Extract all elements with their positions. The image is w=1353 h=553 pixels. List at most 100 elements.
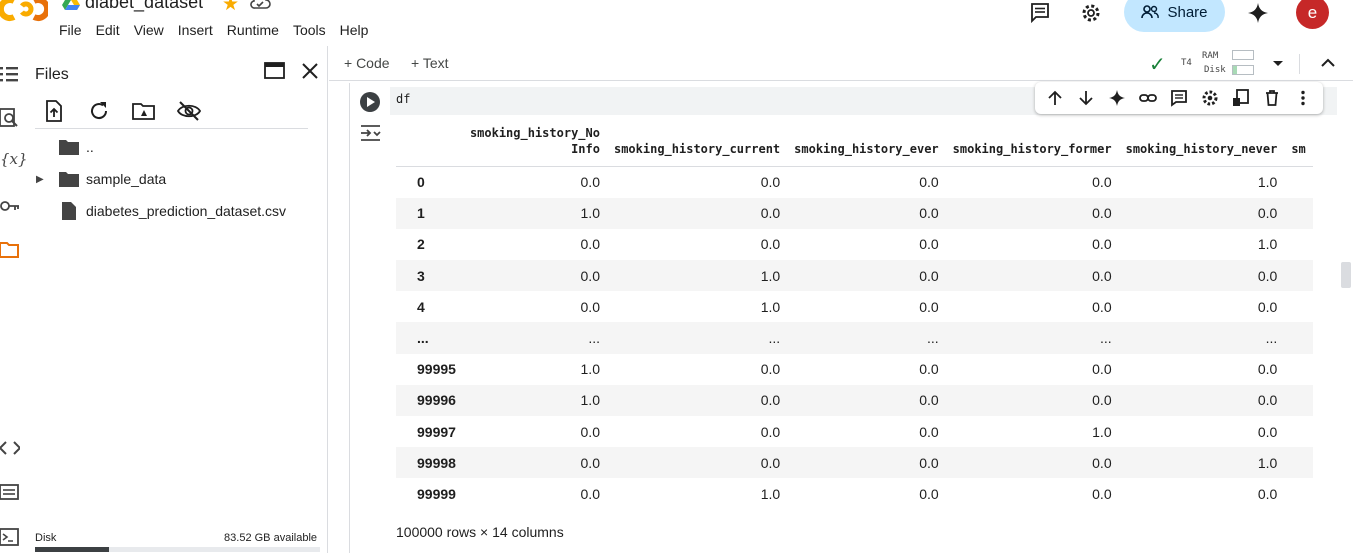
secrets-icon[interactable] — [0, 196, 20, 216]
table-cell: 0.0 — [760, 236, 781, 253]
file-tree-label: .. — [86, 139, 94, 155]
menu-runtime[interactable]: Runtime — [227, 22, 287, 38]
toolbar-divider — [1299, 54, 1300, 74]
chevron-right-icon[interactable]: ▶ — [36, 174, 46, 185]
avatar[interactable]: e — [1296, 0, 1329, 29]
dataframe-shape-footer: 100000 rows × 14 columns — [396, 524, 564, 540]
dataframe-output: smoking_history_No Info smoking_history_… — [396, 120, 1337, 520]
hide-files-icon[interactable] — [177, 99, 201, 123]
folder-icon — [59, 172, 79, 187]
share-label: Share — [1167, 3, 1208, 21]
table-cell: 0.0 — [945, 260, 1119, 292]
terminal-icon[interactable] — [0, 527, 20, 547]
table-cell: 0.0 — [787, 447, 946, 479]
folder-icon — [59, 140, 79, 155]
close-icon[interactable] — [298, 59, 322, 83]
table-cell: 0.0 — [1257, 485, 1278, 502]
drive-icon — [62, 0, 80, 10]
code-text[interactable]: df — [396, 92, 410, 106]
upload-icon[interactable] — [42, 99, 66, 123]
refresh-icon[interactable] — [87, 99, 111, 123]
row-index: 99995 — [417, 361, 456, 378]
notebook-title[interactable]: diabet_dataset — [85, 0, 203, 13]
menu-view[interactable]: View — [134, 22, 172, 38]
notebook-toolbar: + Code + Text ✓ T4 RAM Disk — [329, 46, 1353, 81]
row-index: 99998 — [396, 447, 463, 479]
run-cell-button[interactable] — [360, 92, 380, 112]
add-code-button[interactable]: + Code — [344, 55, 390, 71]
file-tree-item[interactable]: ▶ sample_data — [28, 166, 166, 192]
table-cell: ... — [606, 322, 788, 354]
file-tree-item[interactable]: diabetes_prediction_dataset.csv — [28, 198, 286, 224]
mount-drive-icon[interactable] — [132, 99, 156, 123]
gemini-icon[interactable] — [1108, 89, 1126, 107]
files-icon[interactable] — [0, 240, 20, 260]
chevron-down-icon[interactable] — [1268, 53, 1288, 73]
left-rail: {x} — [0, 46, 28, 553]
menu-file[interactable]: File — [59, 22, 90, 38]
table-row: 2 0.0 0.0 0.0 0.0 1.0 — [396, 229, 1313, 260]
runtime-type[interactable]: T4 — [1181, 58, 1192, 68]
table-cell: 0.0 — [945, 447, 1119, 479]
more-icon[interactable] — [1294, 89, 1312, 107]
table-cell-overflow — [1284, 416, 1312, 447]
column-header: sm — [1284, 120, 1313, 167]
menu-edit[interactable]: Edit — [96, 22, 128, 38]
find-icon[interactable] — [0, 108, 20, 128]
ram-bar[interactable] — [1232, 50, 1254, 60]
files-toolbar-divider — [35, 128, 308, 129]
disk-resource-bar[interactable] — [1232, 65, 1254, 75]
code-snippets-icon[interactable] — [0, 438, 20, 458]
move-down-icon[interactable] — [1077, 89, 1095, 107]
chevron-up-icon[interactable] — [1318, 53, 1338, 73]
star-icon[interactable]: ★ — [222, 0, 239, 16]
disk-available: 83.52 GB available — [224, 532, 317, 544]
top-header: diabet_dataset ★ File Edit View Insert R… — [0, 0, 1353, 46]
colab-logo[interactable] — [0, 0, 48, 24]
people-icon — [1141, 5, 1160, 19]
add-text-button[interactable]: + Text — [411, 55, 449, 71]
table-cell: 0.0 — [945, 384, 1119, 416]
dataframe-table: smoking_history_No Info smoking_history_… — [396, 120, 1313, 510]
row-index: 1 — [396, 197, 463, 229]
variables-icon[interactable]: {x} — [0, 150, 28, 170]
table-cell: 0.0 — [1118, 384, 1285, 416]
connected-check-icon[interactable]: ✓ — [1149, 52, 1166, 77]
table-row: 3 0.0 1.0 0.0 0.0 0.0 — [396, 260, 1313, 292]
table-cell: 0.0 — [787, 260, 946, 292]
table-cell: 0.0 — [1092, 298, 1112, 315]
page-scrollbar[interactable] — [1341, 262, 1351, 288]
code-cell: df smoking_history_No Info smoking_histo… — [349, 82, 1353, 553]
table-cell: 0.0 — [787, 197, 946, 229]
table-cell: 1.0 — [760, 298, 781, 315]
table-row: 1 1.0 0.0 0.0 0.0 0.0 — [396, 197, 1313, 229]
move-up-icon[interactable] — [1046, 89, 1064, 107]
menu-help[interactable]: Help — [340, 22, 377, 38]
comment-icon[interactable] — [1170, 89, 1188, 107]
settings-icon[interactable] — [1201, 89, 1219, 107]
command-palette-icon[interactable] — [0, 482, 20, 502]
table-row: 0 0.0 0.0 0.0 0.0 1.0 — [396, 167, 1313, 198]
menu-tools[interactable]: Tools — [293, 22, 334, 38]
delete-icon[interactable] — [1263, 89, 1281, 107]
open-in-tab-icon[interactable] — [263, 59, 287, 83]
link-icon[interactable] — [1138, 89, 1157, 107]
table-cell: 0.0 — [606, 447, 788, 479]
cloud-saved-icon[interactable] — [249, 0, 271, 10]
output-actions-icon[interactable] — [360, 123, 382, 143]
table-cell: 0.0 — [1257, 298, 1278, 315]
row-index: 3 — [396, 260, 463, 292]
comments-icon[interactable] — [1029, 2, 1051, 24]
gemini-icon[interactable] — [1247, 2, 1269, 24]
row-index: ... — [396, 322, 463, 354]
table-cell: 0.0 — [919, 485, 939, 502]
share-button[interactable]: Share — [1124, 0, 1225, 32]
mirror-cell-icon[interactable] — [1232, 89, 1250, 107]
table-cell: 0.0 — [1257, 423, 1278, 440]
toc-icon[interactable] — [0, 64, 20, 84]
settings-icon[interactable] — [1080, 2, 1102, 24]
index-header — [396, 120, 463, 167]
menu-insert[interactable]: Insert — [178, 22, 221, 38]
table-cell-overflow — [1284, 447, 1313, 479]
file-tree-item[interactable]: .. — [28, 134, 94, 160]
